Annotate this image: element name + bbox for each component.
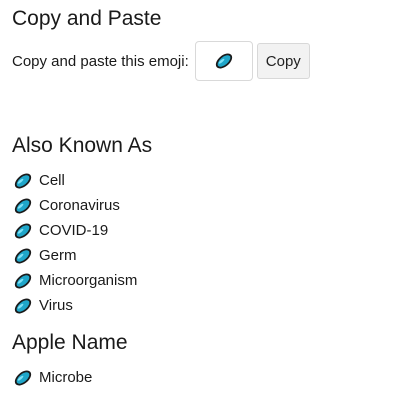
microbe-icon [215,53,232,69]
list-item: Germ [12,243,137,268]
microbe-icon [14,298,32,313]
emoji-copy-field[interactable] [194,41,253,81]
apple-name-list: Microbe [12,365,92,390]
list-item-label: Germ [39,247,77,264]
list-item: Coronavirus [12,193,137,218]
copy-paste-heading: Copy and Paste [12,7,162,30]
microbe-icon [14,223,32,238]
also-known-as-list: Cell Coronavirus COVID-19 Germ Microorga… [12,168,137,318]
copy-row: Copy and paste this emoji: Copy [12,40,310,82]
list-item: COVID-19 [12,218,137,243]
list-item: Cell [12,168,137,193]
microbe-icon [14,273,32,288]
list-item: Virus [12,293,137,318]
copy-instruction: Copy and paste this emoji: [12,52,189,70]
list-item: Microorganism [12,268,137,293]
microbe-icon [14,370,32,385]
microbe-icon [14,198,32,213]
copy-button[interactable]: Copy [256,43,310,79]
list-item-label: COVID-19 [39,222,109,239]
microbe-icon [14,173,32,188]
list-item: Microbe [12,365,92,390]
microbe-icon [14,248,32,263]
also-known-as-heading: Also Known As [12,134,153,157]
list-item-label: Cell [39,172,65,189]
list-item-label: Microbe [39,369,93,386]
apple-name-heading: Apple Name [12,331,128,354]
list-item-label: Microorganism [39,272,138,289]
list-item-label: Coronavirus [39,197,120,214]
list-item-label: Virus [39,297,73,314]
